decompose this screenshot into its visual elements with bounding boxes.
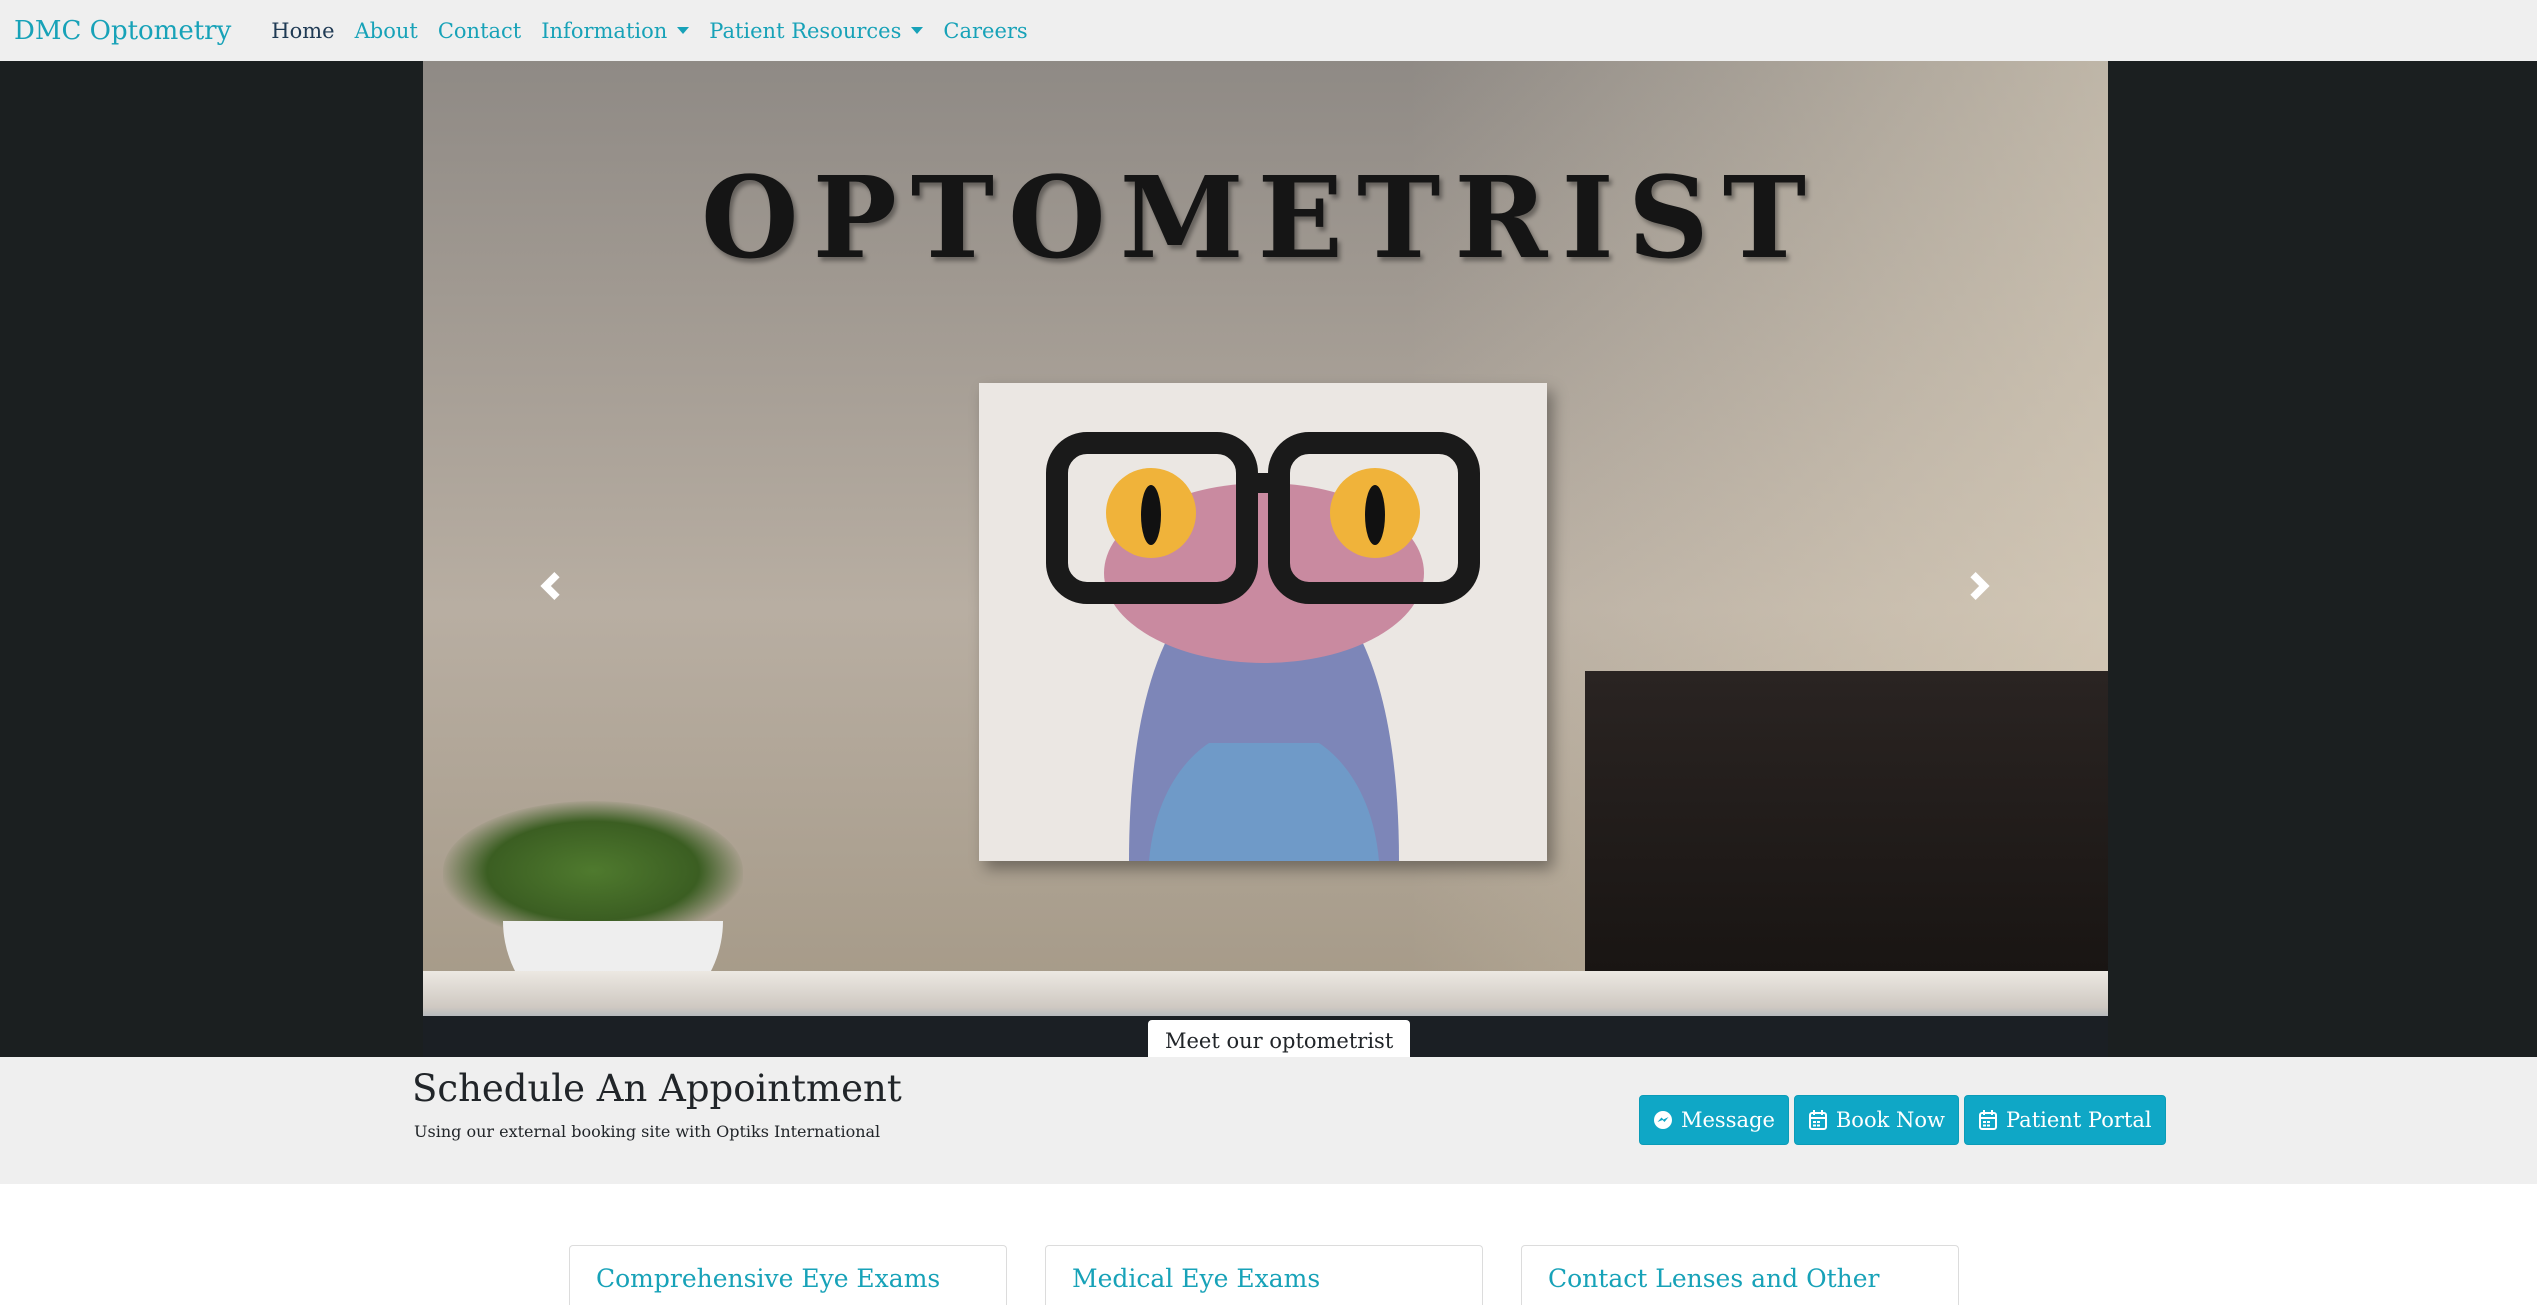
service-card: Medical Eye Exams [1045, 1245, 1483, 1305]
nav-patient-resources-dropdown[interactable]: Patient Resources [699, 19, 933, 43]
hero-carousel: OPTOMETRIST Meet our optometrist [0, 61, 2537, 1084]
message-button-label: Message [1681, 1108, 1775, 1132]
chevron-right-icon [1970, 572, 1990, 600]
schedule-title: Schedule An Appointment [412, 1067, 902, 1110]
schedule-subtitle: Using our external booking site with Opt… [414, 1122, 881, 1141]
book-now-button[interactable]: Book Now [1793, 1095, 1959, 1145]
caret-down-icon [677, 27, 690, 34]
patient-portal-button-label: Patient Portal [2006, 1108, 2152, 1132]
patient-portal-button[interactable]: Patient Portal [1964, 1095, 2166, 1145]
book-now-button-label: Book Now [1835, 1108, 1945, 1132]
service-card: Comprehensive Eye Exams [569, 1245, 1007, 1305]
frog-with-glasses-illustration [1046, 432, 1480, 861]
nav-home[interactable]: Home [261, 19, 344, 43]
schedule-appointment-bar: Schedule An Appointment Using our extern… [0, 1057, 2537, 1184]
nav-patient-resources-label: Patient Resources [709, 18, 902, 43]
caret-down-icon [911, 27, 924, 34]
message-button[interactable]: Message [1639, 1095, 1789, 1145]
carousel-next-button[interactable] [1960, 566, 2000, 606]
nav-contact[interactable]: Contact [428, 19, 531, 43]
brand-link[interactable]: DMC Optometry [14, 16, 231, 46]
nav-careers[interactable]: Careers [933, 19, 1037, 43]
carousel-slide-image: OPTOMETRIST [423, 61, 2108, 1057]
nav-information-label: Information [541, 18, 668, 43]
chevron-left-icon [540, 572, 560, 600]
appointment-buttons: Message Book Now Patient Portal [1639, 1095, 2166, 1145]
messenger-icon [1653, 1110, 1673, 1130]
nav-information-dropdown[interactable]: Information [531, 19, 699, 43]
frog-painting [979, 383, 1547, 861]
navbar: DMC Optometry Home About Contact Informa… [0, 0, 2537, 61]
service-card: Contact Lenses and Other [1521, 1245, 1959, 1305]
carousel-prev-button[interactable] [530, 566, 570, 606]
nav-links: Home About Contact Information Patient R… [261, 19, 1037, 43]
calendar-icon [1978, 1109, 1998, 1131]
plant-leaves [443, 801, 743, 941]
optometrist-wall-sign: OPTOMETRIST [701, 153, 1821, 284]
reception-cabinet [1585, 671, 2108, 971]
nav-about[interactable]: About [345, 19, 428, 43]
calendar-icon [1808, 1109, 1828, 1131]
services-cards: Comprehensive Eye Exams Medical Eye Exam… [569, 1245, 1959, 1305]
